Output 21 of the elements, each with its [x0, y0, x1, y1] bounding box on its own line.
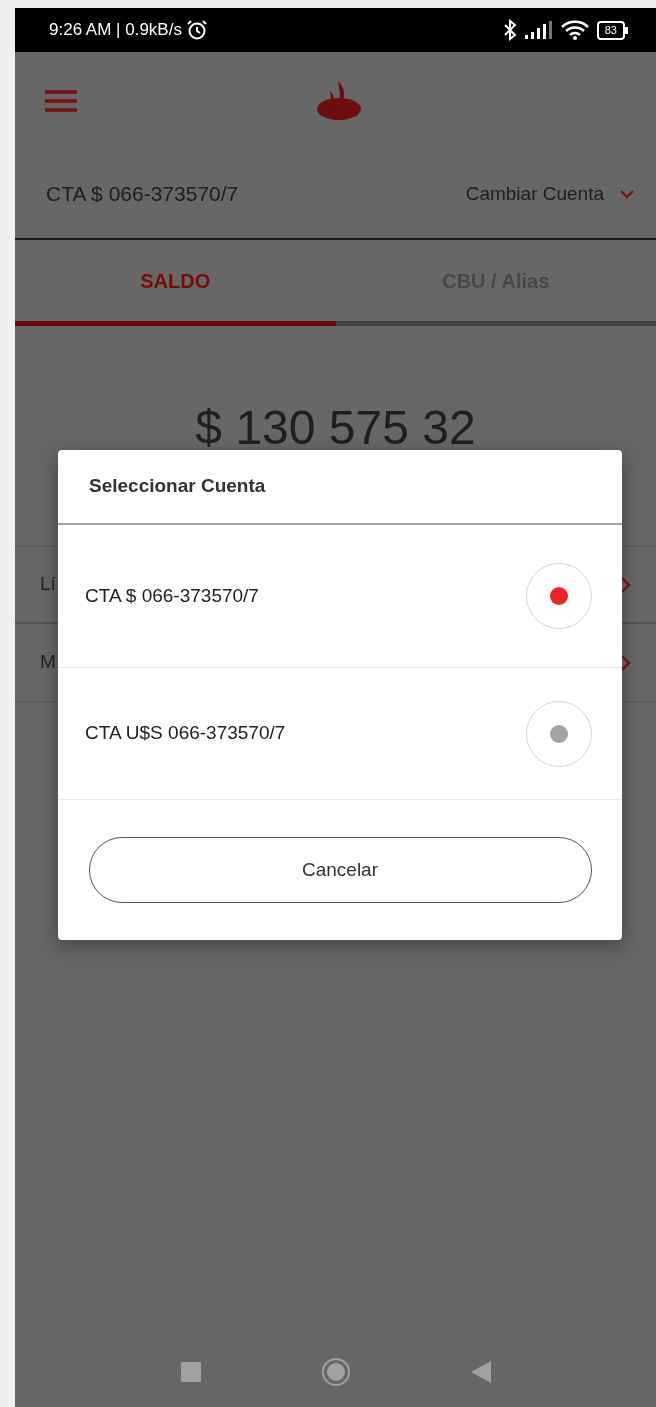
account-option[interactable]: CTA $ 066-373570/7 [85, 581, 259, 611]
balance-amount: $ 130 575 32 [195, 404, 476, 452]
back-icon[interactable] [470, 1361, 491, 1383]
account-number: CTA $ 066-373570/7 [46, 181, 239, 208]
chevron-right-icon[interactable] [621, 576, 631, 593]
wifi-icon [560, 20, 589, 40]
signal-icon [524, 21, 553, 39]
row-label: M [40, 650, 56, 675]
home-icon[interactable] [320, 1357, 351, 1387]
dialog-title: Seleccionar Cuenta [89, 474, 266, 499]
battery-indicator: 83 [596, 20, 625, 40]
chevron-down-icon [620, 189, 634, 199]
recent-apps-icon[interactable] [180, 1362, 201, 1382]
chevron-right-icon[interactable] [621, 654, 631, 671]
alarm-clock-icon [185, 19, 208, 41]
status-text: 9:26 AM | 0.9kB/s [49, 19, 182, 42]
bluetooth-icon [502, 19, 517, 41]
menu-icon[interactable] [45, 90, 77, 112]
cancel-button[interactable]: Cancelar [88, 837, 592, 903]
row-label: Lí [40, 572, 56, 597]
account-option[interactable]: CTA U$S 066-373570/7 [85, 719, 286, 748]
